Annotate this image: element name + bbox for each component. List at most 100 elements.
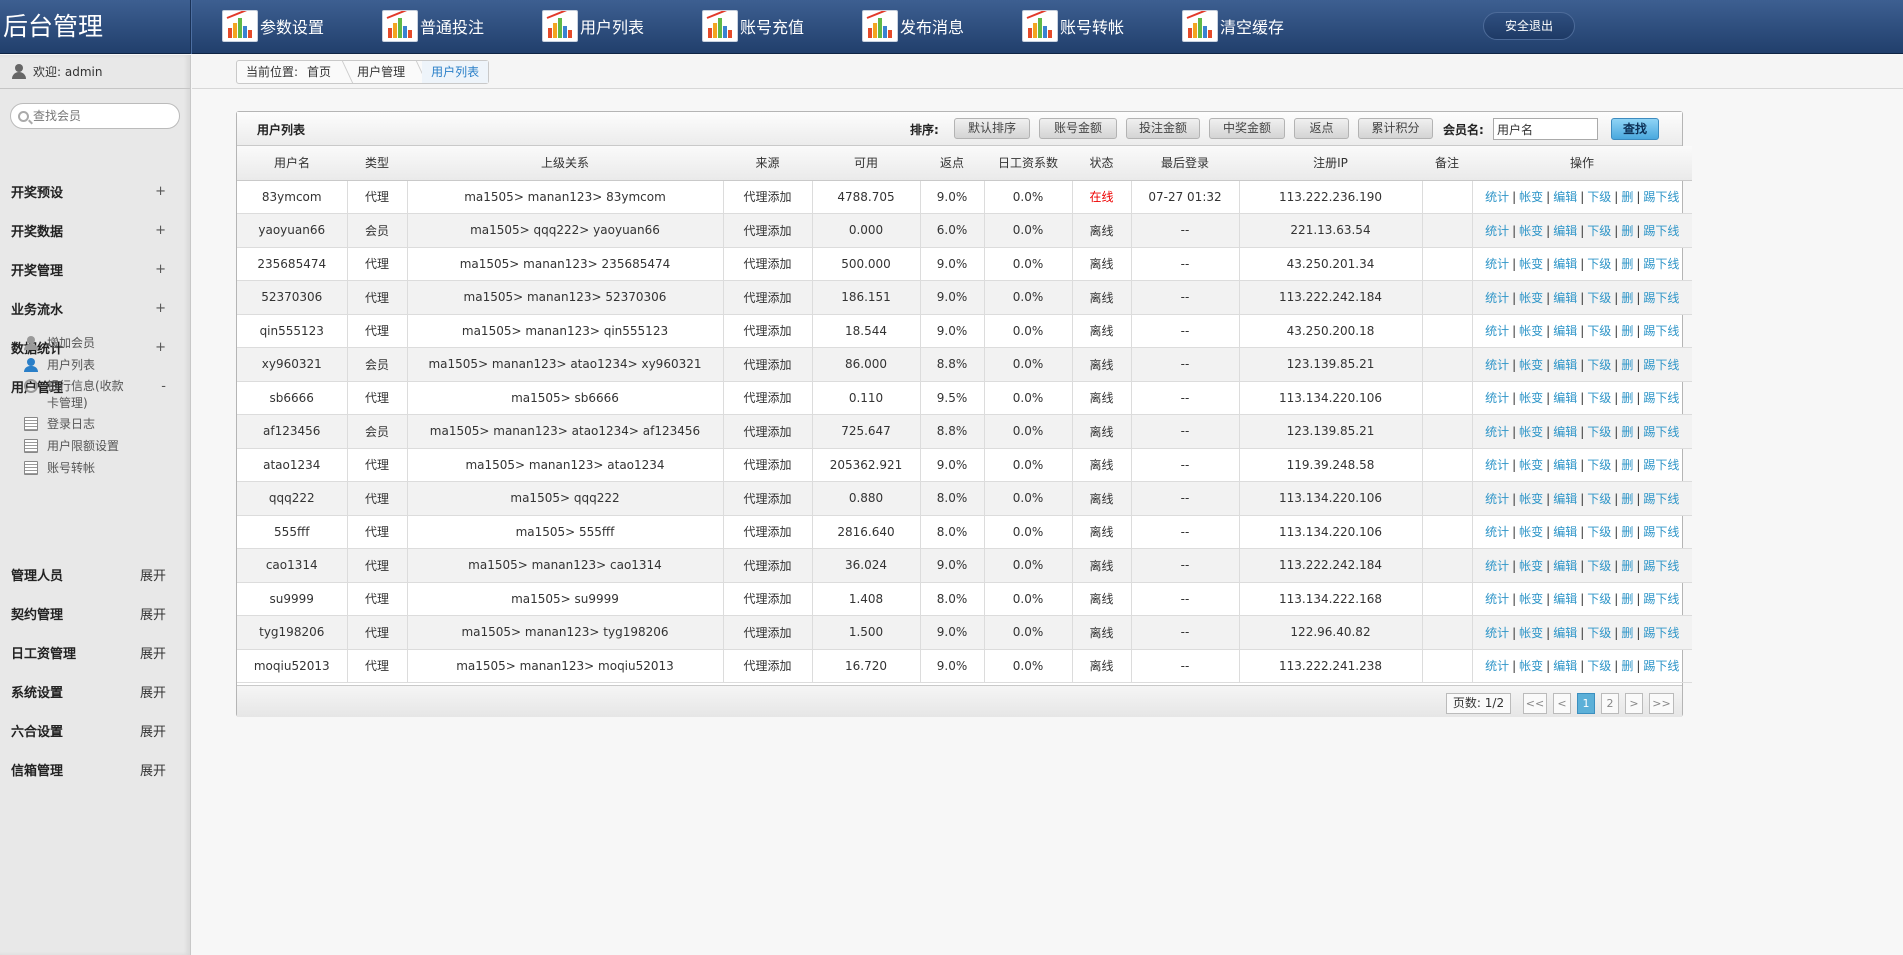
action-link-1[interactable]: 统计	[1485, 224, 1509, 238]
action-link-2[interactable]: 帐变	[1519, 291, 1543, 305]
action-link-1[interactable]: 统计	[1485, 559, 1509, 573]
first-page-button[interactable]: <<	[1523, 693, 1547, 714]
action-link-2[interactable]: 帐变	[1519, 559, 1543, 573]
action-link-6[interactable]: 踢下线	[1643, 358, 1679, 372]
action-link-4[interactable]: 下级	[1587, 324, 1611, 338]
sidebar-subitem-1[interactable]: 增加会员	[24, 335, 95, 352]
sort-button-1[interactable]: 默认排序	[954, 118, 1030, 139]
sidebar-menu-1[interactable]: 开奖预设 +	[0, 172, 190, 211]
action-link-1[interactable]: 统计	[1485, 626, 1509, 640]
action-link-3[interactable]: 编辑	[1553, 391, 1577, 405]
action-link-2[interactable]: 帐变	[1519, 592, 1543, 606]
action-link-2[interactable]: 帐变	[1519, 358, 1543, 372]
action-link-6[interactable]: 踢下线	[1643, 291, 1679, 305]
action-link-3[interactable]: 编辑	[1553, 358, 1577, 372]
action-link-6[interactable]: 踢下线	[1643, 391, 1679, 405]
action-link-4[interactable]: 下级	[1587, 291, 1611, 305]
member-name-input[interactable]	[1493, 118, 1598, 140]
sidebar-menu-4[interactable]: 业务流水 +	[0, 289, 190, 328]
page-1-button[interactable]: 1	[1577, 693, 1595, 714]
action-link-4[interactable]: 下级	[1587, 391, 1611, 405]
action-link-4[interactable]: 下级	[1587, 659, 1611, 673]
action-link-1[interactable]: 统计	[1485, 592, 1509, 606]
action-link-4[interactable]: 下级	[1587, 358, 1611, 372]
action-link-3[interactable]: 编辑	[1553, 190, 1577, 204]
action-link-6[interactable]: 踢下线	[1643, 659, 1679, 673]
action-link-5[interactable]: 删	[1621, 224, 1633, 238]
next-page-button[interactable]: >	[1625, 693, 1643, 714]
nav-item-7[interactable]: 清空缓存	[1182, 9, 1284, 43]
action-link-2[interactable]: 帐变	[1519, 190, 1543, 204]
member-search-input[interactable]	[33, 109, 173, 123]
last-page-button[interactable]: >>	[1649, 693, 1674, 714]
action-link-5[interactable]: 删	[1621, 492, 1633, 506]
action-link-3[interactable]: 编辑	[1553, 626, 1577, 640]
nav-item-4[interactable]: 账号充值	[702, 9, 804, 43]
action-link-5[interactable]: 删	[1621, 425, 1633, 439]
find-button[interactable]: 查找	[1611, 118, 1659, 140]
sidebar-menu-8[interactable]: 契约管理 展开	[0, 594, 190, 633]
sidebar-subitem-3[interactable]: 银行信息(收款 卡管理)	[24, 378, 124, 412]
breadcrumb-home[interactable]: 首页	[307, 61, 340, 83]
action-link-4[interactable]: 下级	[1587, 190, 1611, 204]
sort-button-3[interactable]: 投注金额	[1126, 118, 1200, 139]
action-link-4[interactable]: 下级	[1587, 626, 1611, 640]
action-link-1[interactable]: 统计	[1485, 425, 1509, 439]
nav-item-2[interactable]: 普通投注	[382, 9, 484, 43]
action-link-3[interactable]: 编辑	[1553, 425, 1577, 439]
action-link-1[interactable]: 统计	[1485, 391, 1509, 405]
action-link-3[interactable]: 编辑	[1553, 291, 1577, 305]
sidebar-subitem-2[interactable]: 用户列表	[24, 357, 95, 374]
action-link-1[interactable]: 统计	[1485, 324, 1509, 338]
action-link-3[interactable]: 编辑	[1553, 458, 1577, 472]
action-link-5[interactable]: 删	[1621, 458, 1633, 472]
action-link-4[interactable]: 下级	[1587, 559, 1611, 573]
action-link-3[interactable]: 编辑	[1553, 592, 1577, 606]
action-link-4[interactable]: 下级	[1587, 425, 1611, 439]
sidebar-subitem-5[interactable]: 用户限额设置	[24, 438, 119, 455]
sidebar-menu-12[interactable]: 信箱管理 展开	[0, 750, 190, 789]
action-link-3[interactable]: 编辑	[1553, 559, 1577, 573]
sort-button-2[interactable]: 账号金额	[1039, 118, 1117, 139]
nav-item-5[interactable]: 发布消息	[862, 9, 964, 43]
action-link-2[interactable]: 帐变	[1519, 626, 1543, 640]
action-link-4[interactable]: 下级	[1587, 592, 1611, 606]
action-link-5[interactable]: 删	[1621, 391, 1633, 405]
action-link-5[interactable]: 删	[1621, 190, 1633, 204]
sort-button-5[interactable]: 返点	[1294, 118, 1349, 139]
action-link-6[interactable]: 踢下线	[1643, 525, 1679, 539]
action-link-6[interactable]: 踢下线	[1643, 592, 1679, 606]
action-link-3[interactable]: 编辑	[1553, 324, 1577, 338]
action-link-6[interactable]: 踢下线	[1643, 224, 1679, 238]
action-link-2[interactable]: 帐变	[1519, 659, 1543, 673]
sort-button-6[interactable]: 累计积分	[1358, 118, 1433, 139]
member-search-box[interactable]	[10, 103, 180, 129]
action-link-1[interactable]: 统计	[1485, 659, 1509, 673]
action-link-5[interactable]: 删	[1621, 659, 1633, 673]
action-link-1[interactable]: 统计	[1485, 492, 1509, 506]
action-link-1[interactable]: 统计	[1485, 458, 1509, 472]
action-link-3[interactable]: 编辑	[1553, 257, 1577, 271]
prev-page-button[interactable]: <	[1553, 693, 1571, 714]
action-link-1[interactable]: 统计	[1485, 257, 1509, 271]
action-link-5[interactable]: 删	[1621, 626, 1633, 640]
action-link-6[interactable]: 踢下线	[1643, 626, 1679, 640]
sidebar-menu-3[interactable]: 开奖管理 +	[0, 250, 190, 289]
action-link-6[interactable]: 踢下线	[1643, 324, 1679, 338]
action-link-4[interactable]: 下级	[1587, 492, 1611, 506]
action-link-2[interactable]: 帐变	[1519, 458, 1543, 472]
action-link-3[interactable]: 编辑	[1553, 525, 1577, 539]
action-link-5[interactable]: 删	[1621, 592, 1633, 606]
sidebar-subitem-6[interactable]: 账号转帐	[24, 460, 95, 477]
sidebar-menu-10[interactable]: 系统设置 展开	[0, 672, 190, 711]
action-link-4[interactable]: 下级	[1587, 525, 1611, 539]
action-link-2[interactable]: 帐变	[1519, 525, 1543, 539]
action-link-5[interactable]: 删	[1621, 291, 1633, 305]
action-link-5[interactable]: 删	[1621, 324, 1633, 338]
action-link-6[interactable]: 踢下线	[1643, 257, 1679, 271]
action-link-2[interactable]: 帐变	[1519, 492, 1543, 506]
action-link-5[interactable]: 删	[1621, 358, 1633, 372]
nav-item-6[interactable]: 账号转帐	[1022, 9, 1124, 43]
sort-button-4[interactable]: 中奖金额	[1209, 118, 1285, 139]
action-link-3[interactable]: 编辑	[1553, 224, 1577, 238]
